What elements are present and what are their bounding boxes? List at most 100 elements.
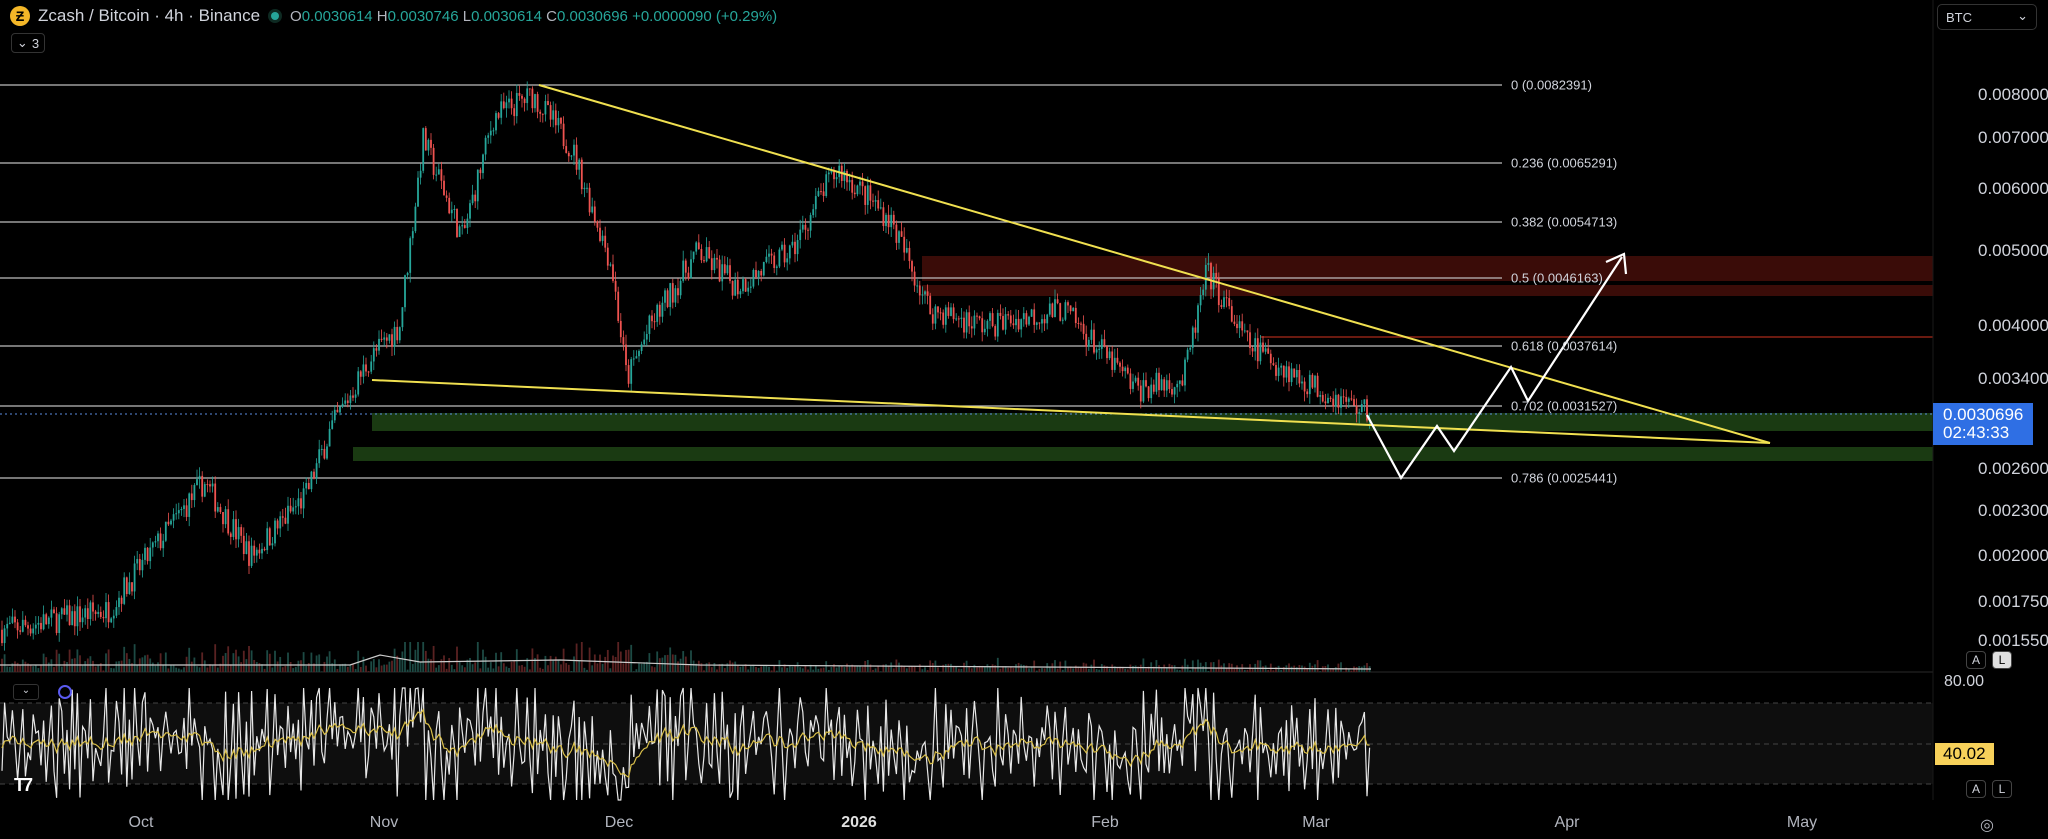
candle bbox=[929, 295, 932, 315]
candle bbox=[859, 181, 861, 186]
candle bbox=[1108, 351, 1111, 359]
candle bbox=[365, 364, 367, 372]
candle bbox=[89, 602, 92, 620]
volume-bar bbox=[232, 653, 235, 672]
volume-bar bbox=[1181, 665, 1184, 672]
candle bbox=[1106, 345, 1108, 359]
volume-bar bbox=[42, 653, 45, 672]
volume-bar bbox=[183, 667, 185, 672]
volume-bar bbox=[50, 659, 53, 672]
candle bbox=[1314, 375, 1316, 388]
volume-bar bbox=[651, 666, 653, 672]
volume-bar bbox=[586, 669, 588, 672]
candle bbox=[92, 602, 94, 612]
volume-bar bbox=[456, 646, 458, 672]
candle bbox=[219, 507, 222, 513]
eye-icon[interactable]: ◎ bbox=[1980, 815, 1994, 835]
candle bbox=[1228, 298, 1231, 307]
candle bbox=[822, 191, 825, 197]
candle bbox=[255, 549, 258, 556]
candle bbox=[81, 617, 84, 623]
candle bbox=[1178, 380, 1181, 384]
rsi-auto-scale-button[interactable]: A bbox=[1966, 780, 1986, 798]
candle bbox=[437, 169, 440, 175]
volume-bar bbox=[125, 653, 128, 672]
volume-bar bbox=[1108, 668, 1111, 672]
volume-bar bbox=[201, 652, 204, 672]
candle bbox=[29, 628, 32, 634]
volume-bar bbox=[461, 665, 464, 672]
candle bbox=[1238, 321, 1241, 329]
candle bbox=[934, 306, 937, 324]
candle bbox=[679, 280, 682, 296]
candle bbox=[1043, 319, 1046, 324]
candle bbox=[1249, 332, 1251, 349]
auto-scale-button[interactable]: A bbox=[1966, 651, 1986, 669]
candle bbox=[713, 257, 716, 271]
volume-bar bbox=[575, 643, 578, 672]
candle bbox=[939, 312, 942, 314]
candle bbox=[937, 306, 939, 313]
candle bbox=[1272, 363, 1275, 366]
volume-bar bbox=[333, 659, 336, 672]
rsi-log-scale-button[interactable]: L bbox=[1992, 780, 2012, 798]
candle bbox=[599, 227, 601, 241]
price-axis-label: 0.0026000 bbox=[1978, 459, 2048, 478]
volume-bar bbox=[154, 665, 157, 672]
candle bbox=[110, 618, 113, 623]
candle bbox=[297, 498, 300, 507]
candle bbox=[1251, 348, 1254, 352]
candle bbox=[157, 533, 159, 542]
candle bbox=[86, 608, 89, 620]
volume-bar bbox=[32, 666, 35, 672]
volume-bar bbox=[931, 663, 934, 672]
rsi-collapse-button[interactable]: ⌄ bbox=[13, 684, 39, 700]
candle bbox=[731, 280, 734, 296]
log-scale-button[interactable]: L bbox=[1992, 651, 2012, 669]
candle bbox=[105, 602, 107, 619]
candle bbox=[432, 147, 435, 175]
volume-bar bbox=[445, 668, 448, 672]
candle bbox=[333, 409, 336, 421]
volume-bar bbox=[1243, 669, 1246, 672]
candle bbox=[1113, 357, 1116, 370]
candle bbox=[791, 241, 794, 246]
candle bbox=[53, 609, 55, 614]
candle bbox=[736, 279, 739, 295]
volume-bar bbox=[157, 662, 159, 672]
candle bbox=[812, 209, 815, 216]
volume-bar bbox=[656, 651, 659, 672]
volume-bar bbox=[968, 666, 971, 672]
symbol-title[interactable]: Zcash / Bitcoin · 4h · Binance bbox=[38, 6, 260, 26]
currency-select[interactable]: BTC ⌄ bbox=[1937, 4, 2037, 30]
volume-bar bbox=[419, 661, 422, 672]
indicators-toggle-button[interactable]: ⌄ 3 bbox=[11, 33, 45, 53]
candle bbox=[648, 315, 651, 334]
candle bbox=[320, 448, 323, 450]
candle bbox=[1254, 338, 1257, 352]
candle bbox=[79, 606, 81, 623]
candle bbox=[19, 630, 22, 632]
volume-bar bbox=[606, 649, 609, 672]
price-chart[interactable] bbox=[0, 0, 2048, 839]
volume-bar bbox=[632, 671, 635, 672]
candle bbox=[357, 371, 360, 395]
candle bbox=[749, 286, 752, 288]
candle bbox=[1017, 318, 1020, 330]
volume-bar bbox=[336, 669, 339, 672]
candle bbox=[734, 279, 737, 296]
rsi-value-tag: 40.02 bbox=[1935, 743, 1994, 765]
volume-bar bbox=[383, 664, 386, 672]
volume-bar bbox=[690, 650, 692, 672]
candle bbox=[419, 170, 422, 178]
volume-bar bbox=[801, 668, 804, 672]
candle bbox=[960, 317, 963, 320]
candle bbox=[1147, 386, 1150, 399]
rsi-refresh-icon[interactable] bbox=[58, 685, 72, 699]
volume-bar bbox=[1282, 666, 1285, 672]
candle bbox=[872, 200, 874, 202]
volume-bar bbox=[305, 665, 308, 672]
volume-bar bbox=[648, 653, 651, 672]
volume-bar bbox=[172, 665, 175, 672]
volume-bar bbox=[742, 666, 744, 672]
